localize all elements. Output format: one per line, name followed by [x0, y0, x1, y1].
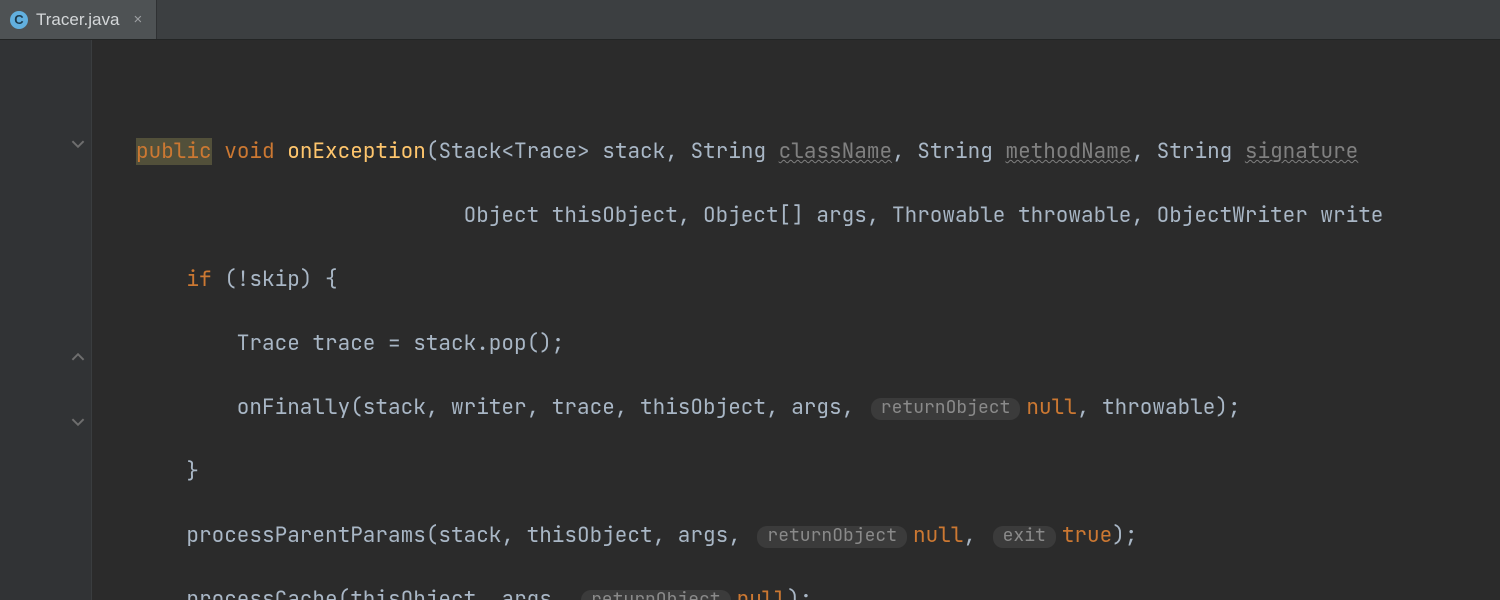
code-line[interactable]: public void onException(Stack<Trace> sta… [136, 136, 1500, 168]
close-icon[interactable]: × [133, 11, 142, 28]
code-area[interactable]: public void onException(Stack<Trace> sta… [92, 40, 1500, 600]
tab-bar: C Tracer.java × [0, 0, 1500, 40]
code-line[interactable]: processCache(thisObject, args, returnObj… [136, 584, 1500, 600]
tab-title: Tracer.java [36, 10, 119, 30]
fold-handle-icon[interactable] [71, 137, 85, 151]
code-line[interactable]: Object thisObject, Object[] args, Throwa… [136, 200, 1500, 232]
editor-gutter[interactable] [0, 40, 92, 600]
code-line[interactable]: } [136, 456, 1500, 488]
code-line[interactable]: processParentParams(stack, thisObject, a… [136, 520, 1500, 552]
code-line[interactable]: onFinally(stack, writer, trace, thisObje… [136, 392, 1500, 424]
code-line[interactable]: if (!skip) { [136, 264, 1500, 296]
inlay-hint: returnObject [757, 526, 907, 548]
inlay-hint: returnObject [581, 590, 731, 600]
inlay-hint: exit [993, 526, 1056, 548]
fold-handle-icon[interactable] [71, 350, 85, 364]
inlay-hint: returnObject [871, 398, 1021, 420]
fold-handle-icon[interactable] [71, 415, 85, 429]
code-line[interactable]: Trace trace = stack.pop(); [136, 328, 1500, 360]
class-file-icon: C [10, 11, 28, 29]
code-editor[interactable]: public void onException(Stack<Trace> sta… [0, 40, 1500, 600]
file-tab-tracer[interactable]: C Tracer.java × [0, 0, 157, 39]
